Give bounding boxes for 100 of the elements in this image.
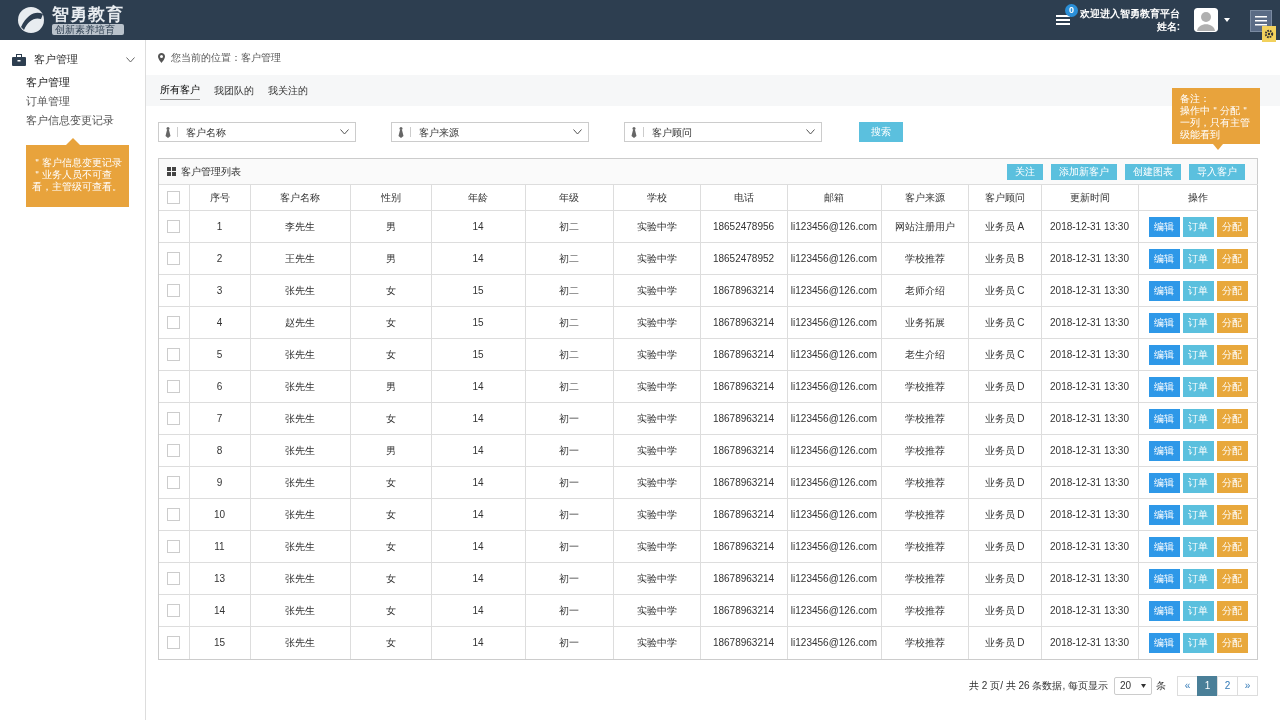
filter-dropdown[interactable]: 客户来源 bbox=[391, 122, 589, 142]
column-header: 更新时间 bbox=[1041, 184, 1138, 211]
action-button[interactable]: 编辑 bbox=[1148, 536, 1180, 557]
filter-dropdown[interactable]: 客户顾问 bbox=[624, 122, 822, 142]
column-header: 邮箱 bbox=[787, 184, 881, 211]
tie-icon bbox=[631, 126, 637, 138]
action-button[interactable]: 订单 bbox=[1182, 408, 1214, 429]
action-button[interactable]: 分配 bbox=[1216, 632, 1248, 653]
page-button[interactable]: 2 bbox=[1217, 675, 1238, 696]
action-button[interactable]: 分配 bbox=[1216, 344, 1248, 365]
sidebar-item[interactable]: 订单管理 bbox=[12, 92, 145, 111]
action-button[interactable]: 编辑 bbox=[1148, 280, 1180, 301]
note-text: 操作中＂分配＂一列，只有主管级能看到 bbox=[1180, 105, 1251, 141]
checkbox[interactable] bbox=[167, 252, 181, 265]
toolbar-button[interactable]: 关注 bbox=[1007, 163, 1043, 180]
checkbox[interactable] bbox=[167, 636, 181, 650]
filter-input[interactable]: 客户名称 bbox=[184, 125, 334, 139]
action-button[interactable]: 分配 bbox=[1216, 376, 1248, 397]
action-button[interactable]: 编辑 bbox=[1148, 504, 1180, 525]
action-button[interactable]: 订单 bbox=[1182, 472, 1214, 493]
action-button[interactable]: 订单 bbox=[1182, 440, 1214, 461]
sidebar-item[interactable]: 客户信息变更记录 bbox=[12, 111, 145, 130]
avatar-icon[interactable] bbox=[1194, 8, 1218, 32]
action-button[interactable]: 分配 bbox=[1216, 472, 1248, 493]
caret-icon[interactable] bbox=[1224, 18, 1230, 22]
action-button[interactable]: 编辑 bbox=[1148, 344, 1180, 365]
action-button[interactable]: 订单 bbox=[1182, 600, 1214, 621]
action-button[interactable]: 分配 bbox=[1216, 408, 1248, 429]
action-button[interactable]: 编辑 bbox=[1148, 376, 1180, 397]
action-button[interactable]: 订单 bbox=[1182, 248, 1214, 269]
filter-input[interactable]: 客户顾问 bbox=[650, 125, 800, 139]
page-size-select[interactable]: 20 bbox=[1114, 676, 1152, 695]
checkbox[interactable] bbox=[167, 380, 181, 393]
action-button[interactable]: 订单 bbox=[1182, 568, 1214, 589]
filter-dropdown[interactable]: 客户名称 bbox=[158, 122, 356, 142]
checkbox[interactable] bbox=[167, 508, 181, 521]
action-button[interactable]: 分配 bbox=[1216, 504, 1248, 525]
action-button[interactable]: 分配 bbox=[1216, 248, 1248, 269]
checkbox[interactable] bbox=[167, 540, 181, 553]
tab[interactable]: 我团队的 bbox=[214, 81, 254, 100]
search-button[interactable]: 搜索 bbox=[859, 122, 903, 142]
table-cell: 2018-12-31 13:30 bbox=[1041, 530, 1138, 563]
checkbox[interactable] bbox=[167, 220, 181, 233]
action-button[interactable]: 订单 bbox=[1182, 312, 1214, 333]
action-button[interactable]: 分配 bbox=[1216, 568, 1248, 589]
action-button[interactable]: 编辑 bbox=[1148, 600, 1180, 621]
action-button[interactable]: 编辑 bbox=[1148, 312, 1180, 333]
table-cell: 18678963214 bbox=[700, 274, 787, 307]
table-cell: 业务员 D bbox=[968, 370, 1041, 403]
action-button[interactable]: 订单 bbox=[1182, 536, 1214, 557]
checkbox[interactable] bbox=[167, 284, 181, 297]
table-cell: 18678963214 bbox=[700, 434, 787, 467]
table-cell: 14 bbox=[431, 498, 525, 531]
table-cell: li123456@126.com bbox=[787, 466, 881, 499]
action-button[interactable]: 分配 bbox=[1216, 536, 1248, 557]
toolbar-button[interactable]: 添加新客户 bbox=[1051, 163, 1117, 180]
table-cell: 2018-12-31 13:30 bbox=[1041, 242, 1138, 275]
checkbox[interactable] bbox=[167, 572, 181, 585]
action-button[interactable]: 订单 bbox=[1182, 376, 1214, 397]
action-button[interactable]: 编辑 bbox=[1148, 472, 1180, 493]
checkbox[interactable] bbox=[167, 348, 181, 361]
nav-group-label[interactable]: 客户管理 bbox=[34, 52, 118, 67]
action-button[interactable]: 订单 bbox=[1182, 632, 1214, 653]
table-cell: 14 bbox=[431, 530, 525, 563]
checkbox[interactable] bbox=[167, 316, 181, 329]
sidebar-item[interactable]: 客户管理 bbox=[12, 73, 145, 92]
settings-button[interactable] bbox=[1262, 26, 1276, 42]
action-button[interactable]: 订单 bbox=[1182, 344, 1214, 365]
checkbox[interactable] bbox=[167, 412, 181, 425]
action-button[interactable]: 分配 bbox=[1216, 280, 1248, 301]
settings-icon bbox=[1264, 29, 1274, 39]
action-button[interactable]: 编辑 bbox=[1148, 632, 1180, 653]
filter-input[interactable]: 客户来源 bbox=[417, 125, 567, 139]
checkbox[interactable] bbox=[167, 191, 181, 204]
action-button[interactable]: 编辑 bbox=[1148, 248, 1180, 269]
table-cell: 张先生 bbox=[250, 370, 350, 403]
action-button[interactable]: 分配 bbox=[1216, 600, 1248, 621]
action-button[interactable]: 编辑 bbox=[1148, 216, 1180, 237]
previous-page-button[interactable]: « bbox=[1177, 675, 1198, 696]
action-button[interactable]: 分配 bbox=[1216, 440, 1248, 461]
checkbox[interactable] bbox=[167, 476, 181, 489]
action-button[interactable]: 编辑 bbox=[1148, 408, 1180, 429]
action-button[interactable]: 分配 bbox=[1216, 312, 1248, 333]
chevron-icon[interactable] bbox=[126, 56, 135, 63]
action-button[interactable]: 订单 bbox=[1182, 280, 1214, 301]
table-cell: 5 bbox=[189, 338, 250, 371]
action-button[interactable]: 编辑 bbox=[1148, 440, 1180, 461]
action-button[interactable]: 订单 bbox=[1182, 216, 1214, 237]
action-button[interactable]: 订单 bbox=[1182, 504, 1214, 525]
action-button[interactable]: 分配 bbox=[1216, 216, 1248, 237]
checkbox[interactable] bbox=[167, 444, 181, 457]
page-button[interactable]: 1 bbox=[1197, 675, 1218, 696]
tab[interactable]: 所有客户 bbox=[160, 81, 200, 100]
tab[interactable]: 我关注的 bbox=[268, 81, 308, 100]
message-icon[interactable] bbox=[1056, 13, 1070, 25]
action-button[interactable]: 编辑 bbox=[1148, 568, 1180, 589]
toolbar-button[interactable]: 导入客户 bbox=[1189, 163, 1245, 180]
toolbar-button[interactable]: 创建图表 bbox=[1125, 163, 1181, 180]
next-page-button[interactable]: » bbox=[1237, 675, 1258, 696]
checkbox[interactable] bbox=[167, 604, 181, 617]
